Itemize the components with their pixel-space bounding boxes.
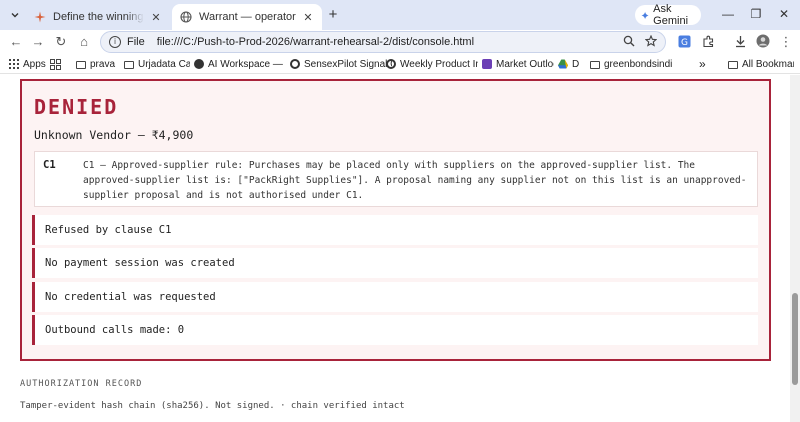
ai-workspace-icon bbox=[194, 59, 204, 69]
tab-strip: Define the winning vertical slice ✕ Warr… bbox=[0, 0, 800, 30]
forward-button[interactable]: → bbox=[30, 34, 46, 50]
menu-kebab-icon[interactable]: ⋮ bbox=[778, 34, 794, 50]
sensex-pilot-icon bbox=[290, 59, 300, 69]
market-outlook-icon bbox=[482, 59, 492, 69]
decision-status: DENIED bbox=[34, 95, 119, 119]
tab-warrant-console[interactable]: Warrant — operator console ✕ bbox=[172, 4, 322, 30]
browser-toolbar: ← → ↻ ⌂ i File G ⋮ bbox=[0, 30, 800, 54]
apps-grid-icon bbox=[9, 59, 19, 69]
bookmark-label: AI Workspace — Fo... bbox=[208, 58, 286, 70]
clause-box: C1 C1 — Approved-supplier rule: Purchase… bbox=[34, 151, 758, 207]
tab-title: Define the winning vertical slice bbox=[53, 11, 144, 23]
fact-refused-by-clause: Refused by clause C1 bbox=[32, 215, 758, 245]
chevron-down-icon bbox=[11, 13, 19, 18]
download-icon[interactable] bbox=[734, 35, 747, 48]
folder-icon bbox=[124, 60, 134, 69]
bookmark-label: Urjadata Case bbox=[138, 58, 190, 70]
bookmark-label: D bbox=[572, 58, 580, 70]
minimize-button[interactable]: — bbox=[720, 6, 736, 22]
clause-id: C1 bbox=[43, 159, 56, 171]
folder-icon bbox=[728, 60, 738, 69]
more-bookmarks-button[interactable]: » bbox=[699, 56, 709, 72]
tab-groups-icon bbox=[50, 58, 61, 70]
bookmark-star-icon[interactable] bbox=[645, 35, 657, 47]
bookmark-item[interactable]: D bbox=[558, 56, 582, 72]
close-window-button[interactable]: ✕ bbox=[776, 6, 792, 22]
translate-extension-icon[interactable]: G bbox=[678, 35, 691, 48]
extensions-puzzle-icon[interactable] bbox=[702, 35, 715, 48]
bookmark-item[interactable]: AI Workspace — Fo... bbox=[194, 56, 286, 72]
folder-icon bbox=[76, 60, 86, 69]
url-input[interactable] bbox=[156, 36, 597, 48]
address-bar[interactable]: i File bbox=[100, 31, 666, 53]
profile-avatar-icon[interactable] bbox=[756, 34, 770, 48]
bookmark-label: Weekly Product Inte... bbox=[400, 58, 478, 70]
svg-text:G: G bbox=[681, 38, 688, 48]
bookmark-label: SensexPilot Signal C... bbox=[304, 58, 392, 70]
tab-search-button[interactable] bbox=[6, 6, 24, 24]
bookmark-item[interactable]: greenbondsindia.c... bbox=[590, 56, 672, 72]
ask-gemini-label: Ask Gemini bbox=[653, 3, 689, 27]
clause-text: C1 — Approved-supplier rule: Purchases m… bbox=[83, 160, 747, 201]
google-drive-icon bbox=[558, 59, 568, 69]
vendor-amount: Unknown Vendor — ₹4,900 bbox=[34, 128, 194, 142]
page-scrollbar[interactable] bbox=[790, 75, 800, 422]
console-page: DENIED Unknown Vendor — ₹4,900 C1 C1 — A… bbox=[0, 75, 790, 422]
close-tab-icon[interactable]: ✕ bbox=[302, 11, 314, 24]
all-bookmarks-label: All Bookmarks bbox=[742, 58, 794, 70]
globe-icon bbox=[180, 11, 192, 23]
new-tab-button[interactable]: + bbox=[324, 6, 342, 24]
spark-icon bbox=[34, 11, 46, 23]
authorization-record-heading: AUTHORIZATION RECORD bbox=[20, 379, 143, 389]
zoom-search-icon[interactable] bbox=[623, 35, 635, 47]
tab-define-slice[interactable]: Define the winning vertical slice ✕ bbox=[26, 4, 170, 30]
bookmark-apps[interactable]: Apps bbox=[9, 56, 46, 72]
folder-icon bbox=[590, 60, 600, 69]
fact-no-credential: No credential was requested bbox=[32, 282, 758, 312]
close-tab-icon[interactable]: ✕ bbox=[150, 11, 162, 24]
tab-groups-button[interactable] bbox=[50, 56, 61, 72]
home-button[interactable]: ⌂ bbox=[76, 34, 92, 50]
reload-button[interactable]: ↻ bbox=[53, 34, 69, 50]
ask-gemini-button[interactable]: Ask Gemini bbox=[635, 3, 701, 27]
bookmark-item[interactable]: prava bbox=[76, 56, 122, 72]
fact-outbound-calls: Outbound calls made: 0 bbox=[32, 315, 758, 345]
bookmark-label: prava bbox=[90, 58, 116, 70]
all-bookmarks-button[interactable]: All Bookmarks bbox=[728, 56, 794, 72]
back-button[interactable]: ← bbox=[8, 34, 24, 50]
weekly-product-icon bbox=[386, 59, 396, 69]
tab-title: Warrant — operator console bbox=[199, 11, 296, 23]
restore-button[interactable]: ❐ bbox=[748, 6, 764, 22]
fact-no-payment-session: No payment session was created bbox=[32, 248, 758, 278]
site-info-icon[interactable]: i bbox=[109, 36, 121, 48]
bookmark-item[interactable]: SensexPilot Signal C... bbox=[290, 56, 392, 72]
bookmark-label: Market Outlook bbox=[496, 58, 554, 70]
bookmark-label: greenbondsindia.c... bbox=[604, 58, 672, 70]
decision-card: DENIED Unknown Vendor — ₹4,900 C1 C1 — A… bbox=[20, 79, 771, 361]
bookmark-item[interactable]: Urjadata Case bbox=[124, 56, 190, 72]
bookmark-item[interactable]: Market Outlook bbox=[482, 56, 554, 72]
gemini-icon bbox=[641, 11, 649, 19]
bookmark-item[interactable]: Weekly Product Inte... bbox=[386, 56, 478, 72]
bookmark-label: Apps bbox=[23, 58, 46, 70]
authorization-record-summary: Tamper-evident hash chain (sha256). Not … bbox=[20, 401, 405, 411]
bookmarks-bar: Apps prava Urjadata Case AI Workspace — … bbox=[0, 54, 800, 74]
scrollbar-thumb[interactable] bbox=[792, 293, 798, 385]
address-scheme: File bbox=[127, 36, 145, 48]
